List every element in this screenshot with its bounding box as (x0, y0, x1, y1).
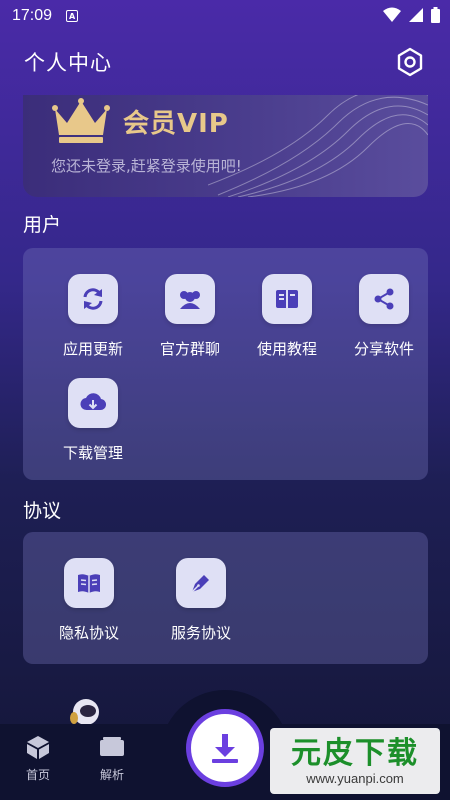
cube-home-icon (27, 736, 49, 759)
download-icon (212, 734, 238, 763)
battery-icon (431, 7, 440, 23)
app-update-label: 应用更新 (62, 340, 123, 358)
privacy-agreement-icon-box (64, 558, 114, 608)
tutorial-label: 使用教程 (256, 340, 317, 358)
tutorial-item[interactable]: 使用教程 (237, 274, 337, 374)
app-update-item[interactable]: 应用更新 (43, 274, 143, 374)
notification-a-icon: A (66, 10, 79, 22)
agreement-panel: 隐私协议 服务协议 (23, 532, 428, 664)
page-header: 个人中心 (0, 40, 450, 84)
nav-home-label: 首页 (25, 768, 50, 782)
service-agreement-icon-box (176, 558, 226, 608)
privacy-book-icon (78, 574, 100, 593)
page-title: 个人中心 (24, 51, 112, 75)
app-update-icon-box (68, 274, 118, 324)
refresh-icon (83, 288, 103, 310)
astronaut-mascot (70, 699, 99, 725)
official-group-item[interactable]: 官方群聊 (140, 274, 240, 374)
group-icon (180, 291, 200, 309)
share-app-item[interactable]: 分享软件 (334, 274, 434, 374)
download-manager-label: 下载管理 (62, 444, 123, 462)
status-time: 17:09 (12, 7, 53, 24)
settings-hex-icon (397, 47, 423, 77)
download-manager-icon-box (68, 378, 118, 428)
tutorial-icon-box (262, 274, 312, 324)
user-panel: 应用更新 官方群聊 使用教程 分享软件 下载管理 (23, 248, 428, 480)
download-fab-button[interactable] (186, 709, 264, 787)
nav-parse-label: 解析 (99, 768, 124, 782)
login-prompt: 您还未登录,赶紧登录使用吧! (51, 157, 242, 175)
share-icon (374, 288, 394, 310)
watermark: 元皮下载 www.yuanpi.com (270, 728, 440, 794)
wave-decoration (208, 95, 428, 197)
book-icon (276, 290, 298, 308)
wifi-icon (383, 7, 401, 22)
nav-parse[interactable]: 解析 (82, 734, 142, 783)
settings-button[interactable] (394, 46, 426, 78)
pen-icon (191, 575, 209, 593)
share-app-icon-box (359, 274, 409, 324)
service-agreement-item[interactable]: 服务协议 (151, 558, 251, 658)
privacy-agreement-label: 隐私协议 (58, 624, 119, 642)
watermark-title: 元皮下载 (291, 735, 419, 771)
watermark-url: www.yuanpi.com (306, 770, 404, 786)
download-manager-item[interactable]: 下载管理 (43, 378, 143, 478)
vip-title: 会员VIP (123, 109, 229, 139)
official-group-icon-box (165, 274, 215, 324)
status-icons (383, 7, 440, 23)
privacy-agreement-item[interactable]: 隐私协议 (39, 558, 139, 658)
folder-icon (100, 737, 124, 756)
share-app-label: 分享软件 (353, 340, 414, 358)
service-agreement-label: 服务协议 (170, 624, 231, 642)
signal-icon (409, 8, 423, 22)
crown-icon (52, 98, 110, 143)
status-bar: 17:09 A (0, 0, 450, 32)
cloud-download-icon (80, 393, 106, 411)
official-group-label: 官方群聊 (159, 340, 220, 358)
section-title-user: 用户 (23, 214, 62, 236)
vip-login-card[interactable]: 会员VIP 您还未登录,赶紧登录使用吧! (23, 95, 428, 197)
section-title-agreement: 协议 (23, 500, 62, 522)
nav-home[interactable]: 首页 (8, 734, 68, 783)
